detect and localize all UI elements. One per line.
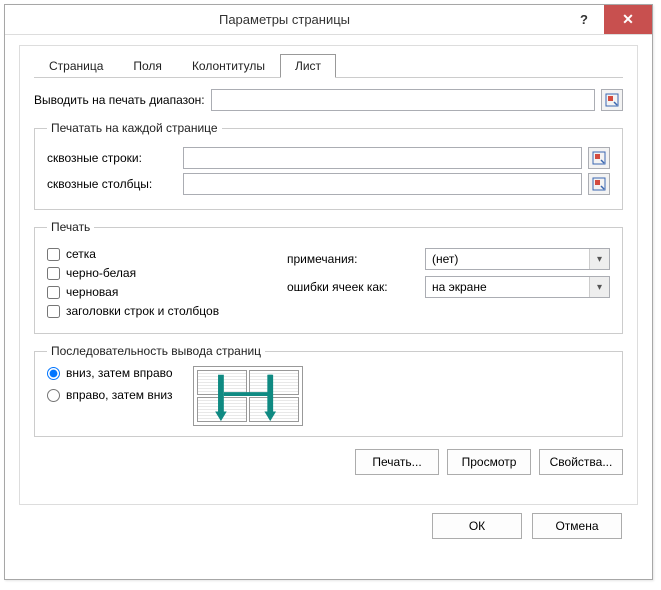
check-headings-label: заголовки строк и столбцов — [66, 304, 219, 318]
repeat-group: Печатать на каждой странице сквозные стр… — [34, 121, 623, 210]
repeat-cols-input[interactable] — [183, 173, 582, 195]
check-draft-label: черновая — [66, 285, 118, 299]
print-button[interactable]: Печать... — [355, 449, 439, 475]
dialog-footer: ОК Отмена — [19, 505, 638, 543]
tab-headers[interactable]: Колонтитулы — [177, 54, 280, 78]
check-draft[interactable] — [47, 286, 60, 299]
collapse-dialog-icon[interactable] — [588, 173, 610, 195]
cancel-button[interactable]: Отмена — [532, 513, 622, 539]
properties-button[interactable]: Свойства... — [539, 449, 623, 475]
repeat-group-legend: Печатать на каждой странице — [47, 121, 222, 135]
page-setup-dialog: Параметры страницы ? ✕ Страница Поля Кол… — [4, 4, 653, 580]
errors-combo-value: на экране — [432, 280, 487, 294]
notes-combo[interactable]: (нет) ▾ — [425, 248, 610, 270]
order-group-legend: Последовательность вывода страниц — [47, 344, 265, 358]
notes-label: примечания: — [287, 252, 417, 266]
window-title: Параметры страницы — [5, 12, 564, 27]
preview-button[interactable]: Просмотр — [447, 449, 531, 475]
errors-combo[interactable]: на экране ▾ — [425, 276, 610, 298]
check-bw-label: черно-белая — [66, 266, 136, 280]
print-checkboxes: сетка черно-белая черновая заголовк — [47, 242, 277, 323]
dialog-inner: Страница Поля Колонтитулы Лист Выводить … — [19, 45, 638, 505]
radio-right-down-label: вправо, затем вниз — [66, 388, 173, 402]
tab-strip: Страница Поля Колонтитулы Лист — [34, 54, 623, 79]
print-combos: примечания: (нет) ▾ ошибки ячеек как: на… — [287, 242, 610, 323]
print-range-row: Выводить на печать диапазон: — [34, 89, 623, 111]
print-range-label: Выводить на печать диапазон: — [34, 93, 205, 107]
titlebar-controls: ? ✕ — [564, 5, 652, 34]
titlebar: Параметры страницы ? ✕ — [5, 5, 652, 35]
preview-page-icon — [197, 370, 247, 395]
page-order-preview — [193, 366, 303, 426]
repeat-rows-input[interactable] — [183, 147, 582, 169]
radio-down-right-label: вниз, затем вправо — [66, 366, 173, 380]
ok-button[interactable]: ОК — [432, 513, 522, 539]
print-range-input[interactable] — [211, 89, 595, 111]
repeat-cols-label: сквозные столбцы: — [47, 177, 177, 191]
chevron-down-icon: ▾ — [589, 277, 609, 297]
repeat-rows-row: сквозные строки: — [47, 147, 610, 169]
check-grid[interactable] — [47, 248, 60, 261]
repeat-cols-row: сквозные столбцы: — [47, 173, 610, 195]
notes-combo-value: (нет) — [432, 252, 458, 266]
close-button[interactable]: ✕ — [604, 5, 652, 34]
check-grid-label: сетка — [66, 247, 96, 261]
dialog-body: Страница Поля Колонтитулы Лист Выводить … — [5, 35, 652, 557]
tab-page[interactable]: Страница — [34, 54, 118, 78]
check-headings[interactable] — [47, 305, 60, 318]
check-bw[interactable] — [47, 267, 60, 280]
print-group-legend: Печать — [47, 220, 94, 234]
preview-page-icon — [249, 397, 299, 422]
help-button[interactable]: ? — [564, 5, 604, 34]
preview-page-icon — [249, 370, 299, 395]
errors-label: ошибки ячеек как: — [287, 280, 417, 294]
order-group: Последовательность вывода страниц вниз, … — [34, 344, 623, 437]
print-group: Печать сетка черно-белая чер — [34, 220, 623, 334]
repeat-rows-label: сквозные строки: — [47, 151, 177, 165]
radio-right-down[interactable] — [47, 389, 60, 402]
order-radios: вниз, затем вправо вправо, затем вниз — [47, 366, 173, 402]
collapse-dialog-icon[interactable] — [588, 147, 610, 169]
chevron-down-icon: ▾ — [589, 249, 609, 269]
collapse-dialog-icon[interactable] — [601, 89, 623, 111]
preview-page-icon — [197, 397, 247, 422]
tab-sheet[interactable]: Лист — [280, 54, 336, 78]
inner-footer: Печать... Просмотр Свойства... — [34, 449, 623, 475]
tab-fields[interactable]: Поля — [118, 54, 177, 78]
radio-down-right[interactable] — [47, 367, 60, 380]
